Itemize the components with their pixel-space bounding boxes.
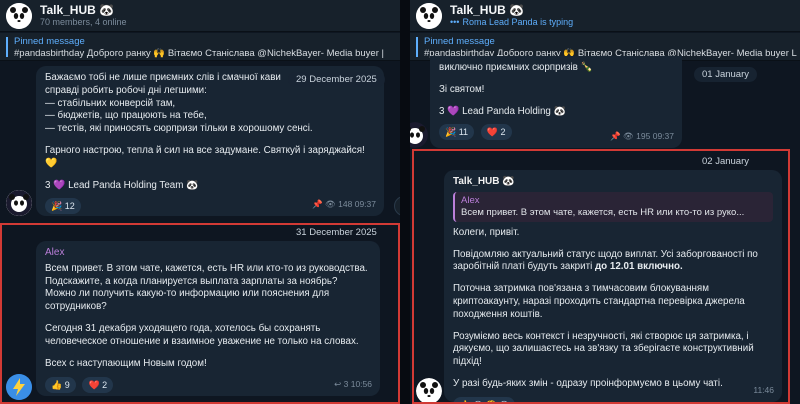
date-separator: 29 December 2025 bbox=[288, 72, 385, 87]
typing-text: Roma Lead Panda is typing bbox=[462, 17, 574, 27]
reaction-party[interactable]: 🎉 12 bbox=[45, 198, 81, 215]
message-meta: 📌 👁 148 09:37 bbox=[312, 199, 376, 210]
message-emoji: 💛 bbox=[45, 157, 58, 169]
panda-icon bbox=[410, 122, 428, 148]
panda-icon bbox=[6, 3, 32, 29]
reaction-party[interactable]: 🎉 11 bbox=[439, 124, 475, 141]
group-avatar[interactable] bbox=[416, 3, 442, 29]
chat-member-count: 70 members, 4 online bbox=[40, 17, 127, 27]
chat-header[interactable]: Talk_HUB 🐼 ••• Roma Lead Panda is typing bbox=[410, 0, 800, 32]
message-line: виключно приємних сюрпризів 🍾 bbox=[439, 62, 593, 73]
highlight-frame bbox=[412, 149, 790, 404]
message-signature: 3 💜 Lead Panda Holding Team 🐼 bbox=[45, 179, 199, 191]
pinned-label: Pinned message bbox=[424, 36, 495, 47]
group-avatar[interactable] bbox=[6, 3, 32, 29]
chat-title: Talk_HUB 🐼 bbox=[450, 3, 525, 17]
message-line: — бюджетів, що працюють на тебе, bbox=[45, 110, 207, 122]
message-line: — тестів, які приносять сюрпризи тільки … bbox=[45, 123, 313, 135]
pinned-text: #pandasbirthday Доброго ранку 🙌 Вітаємо … bbox=[14, 48, 384, 59]
message-line: Зі святом! bbox=[439, 83, 485, 95]
message-bubble[interactable]: виключно приємних сюрпризів 🍾 Зі святом!… bbox=[430, 56, 682, 148]
pinned-label: Pinned message bbox=[14, 36, 85, 47]
reaction-heart[interactable]: ❤️ 2 bbox=[480, 124, 512, 141]
typing-indicator: ••• Roma Lead Panda is typing bbox=[450, 17, 573, 27]
message-line: — стабільних конверсій там, bbox=[45, 97, 176, 109]
message-signature: 3 💜 Lead Panda Holding 🐼 bbox=[439, 105, 566, 117]
sender-avatar[interactable] bbox=[410, 122, 428, 148]
typing-dots-icon: ••• bbox=[450, 17, 460, 27]
message-bubble[interactable]: Бажаємо тобі не лише приємних слів і сма… bbox=[36, 66, 384, 216]
panel-divider bbox=[400, 0, 410, 404]
panda-icon bbox=[416, 3, 442, 29]
chat-title: Talk_HUB 🐼 bbox=[40, 3, 115, 17]
message-line: Гарного настрою, тепла й сил на все заду… bbox=[45, 144, 365, 156]
pinned-message-bar[interactable]: Pinned message #pandasbirthday Доброго р… bbox=[0, 33, 400, 61]
sender-avatar[interactable] bbox=[6, 190, 32, 216]
panda-icon bbox=[6, 190, 32, 216]
date-separator: 01 January bbox=[694, 67, 758, 82]
highlight-frame bbox=[0, 223, 400, 404]
message-meta: 📌 👁 195 09:37 bbox=[610, 131, 674, 142]
chat-header[interactable]: Talk_HUB 🐼 70 members, 4 online bbox=[0, 0, 400, 32]
